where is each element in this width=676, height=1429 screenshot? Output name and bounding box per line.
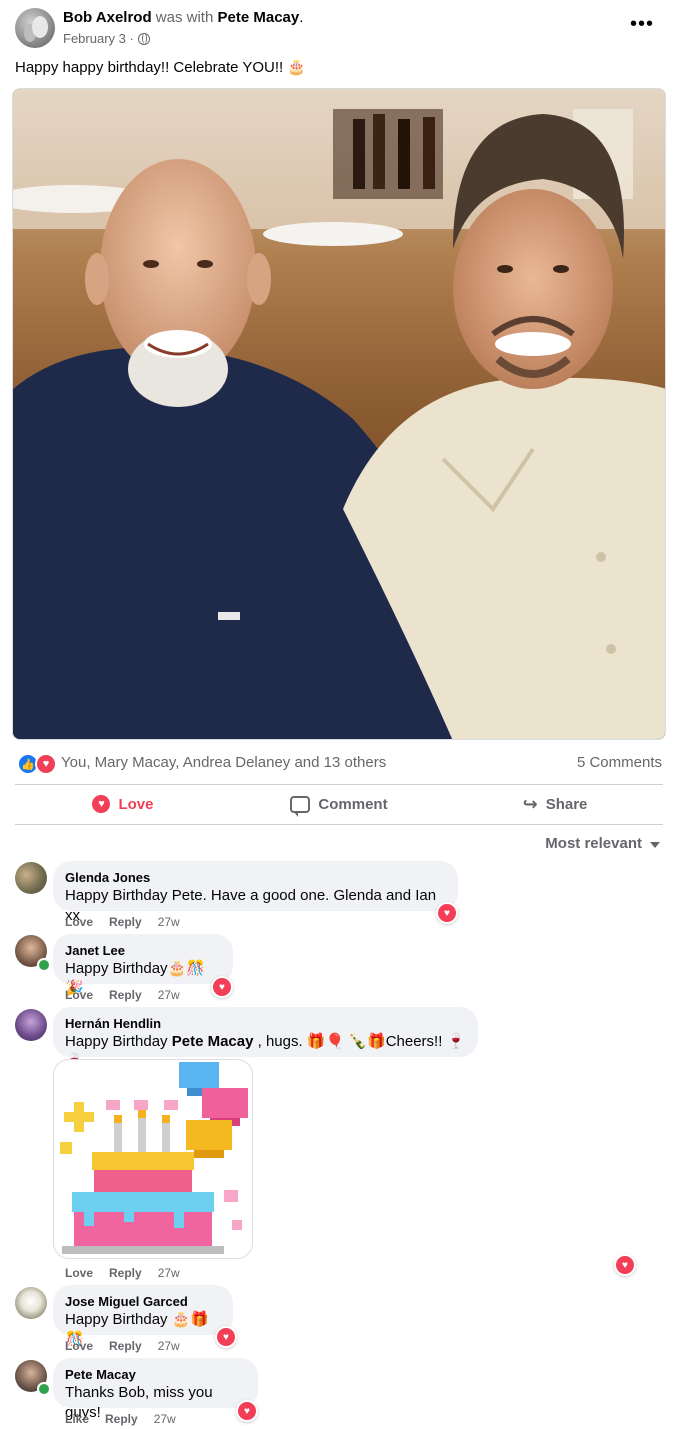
caret-down-icon [650, 842, 660, 848]
share-button[interactable]: ↪ Share [447, 785, 663, 823]
comment-reply-link[interactable]: Reply [105, 1412, 138, 1426]
commenter-avatar[interactable] [15, 1009, 47, 1041]
post-photo[interactable] [12, 88, 666, 740]
comment-bubble: Janet Lee Happy Birthday🎂🎊🎉 [53, 934, 233, 997]
globe-icon[interactable] [137, 32, 150, 45]
commenter-name[interactable]: Janet Lee [65, 942, 221, 959]
sort-dropdown[interactable]: Most relevant [545, 835, 660, 852]
post-author-name[interactable]: Bob Axelrod [63, 9, 152, 26]
comment-bubble: Hernán Hendlin Happy Birthday Pete Macay… [53, 1007, 478, 1070]
comment-time[interactable]: 27w [158, 988, 180, 1002]
comment-time[interactable]: 27w [158, 1266, 180, 1280]
comment-button[interactable]: Comment [231, 785, 447, 823]
comment-count[interactable]: 5 Comments [577, 754, 662, 771]
love-reaction-icon: ♥ [35, 753, 57, 775]
comment-reply-link[interactable]: Reply [109, 1339, 142, 1353]
comment-actions: Love Reply 27w [65, 1339, 180, 1353]
comment-reply-link[interactable]: Reply [109, 915, 142, 929]
sticker-love-reaction-icon[interactable]: ♥ [614, 1254, 636, 1276]
post-date[interactable]: February 3 · [63, 31, 134, 46]
comment-actions: Like Reply 27w [65, 1412, 176, 1426]
divider-bottom [15, 824, 663, 825]
online-status-indicator [37, 1382, 51, 1396]
comment-text-start: Happy Birthday [65, 1033, 172, 1050]
post-meta: February 3 · [63, 31, 150, 46]
commenter-name[interactable]: Pete Macay [65, 1366, 246, 1383]
comment-love-link[interactable]: Love [65, 915, 93, 929]
reaction-icons[interactable]: 👍 ♥ [17, 753, 57, 775]
comment-bubble: Pete Macay Thanks Bob, miss you guys! [53, 1358, 258, 1421]
commenter-avatar[interactable] [15, 1287, 47, 1319]
commenter-name[interactable]: Hernán Hendlin [65, 1015, 466, 1032]
comment-actions: Love Reply 27w [65, 988, 180, 1002]
comment-button-label: Comment [318, 795, 388, 813]
more-options-icon[interactable]: ••• [630, 14, 654, 34]
comment-love-reaction-icon[interactable]: ♥ [211, 976, 233, 998]
comment-love-reaction-icon[interactable]: ♥ [236, 1400, 258, 1422]
commenter-avatar[interactable] [15, 862, 47, 894]
birthday-cake-sticker[interactable] [53, 1059, 253, 1259]
post-author-avatar[interactable] [15, 8, 55, 48]
comment-reply-link[interactable]: Reply [109, 1266, 142, 1280]
tagged-person-name[interactable]: Pete Macay [218, 9, 300, 26]
post-actions: ♥ Love Comment ↪ Share [15, 785, 663, 823]
comment-time[interactable]: 27w [154, 1412, 176, 1426]
comment-time[interactable]: 27w [158, 915, 180, 929]
share-button-label: Share [545, 795, 588, 813]
love-button-label: Love [118, 795, 154, 813]
post-header: Bob Axelrod was with Pete Macay. [63, 9, 303, 26]
with-text: was with [155, 9, 214, 26]
header-period: . [299, 9, 304, 26]
commenter-name[interactable]: Glenda Jones [65, 869, 446, 886]
comment-actions: Love Reply 27w [65, 1266, 180, 1280]
post-caption: Happy happy birthday!! Celebrate YOU!! 🎂 [15, 59, 307, 76]
commenter-name[interactable]: Jose Miguel Garced [65, 1293, 221, 1310]
comment-reply-link[interactable]: Reply [109, 988, 142, 1002]
heart-icon: ♥ [92, 795, 111, 813]
comment-actions: Love Reply 27w [65, 915, 180, 929]
comment-time[interactable]: 27w [158, 1339, 180, 1353]
comment-bubble: Jose Miguel Garced Happy Birthday 🎂🎁🎊 [53, 1285, 233, 1348]
comment-love-link[interactable]: Love [65, 988, 93, 1002]
reaction-summary[interactable]: You, Mary Macay, Andrea Delaney and 13 o… [61, 754, 386, 771]
comment-love-reaction-icon[interactable]: ♥ [436, 902, 458, 924]
comment-love-reaction-icon[interactable]: ♥ [215, 1326, 237, 1348]
comment-icon [290, 795, 311, 817]
online-status-indicator [37, 958, 51, 972]
comment-bubble: Glenda Jones Happy Birthday Pete. Have a… [53, 861, 458, 924]
love-button[interactable]: ♥ Love [15, 785, 231, 823]
share-icon: ↪ [522, 793, 538, 814]
comment-like-link[interactable]: Like [65, 1412, 89, 1426]
sort-label: Most relevant [545, 835, 642, 852]
comment-love-link[interactable]: Love [65, 1266, 93, 1280]
comment-love-link[interactable]: Love [65, 1339, 93, 1353]
mention-link[interactable]: Pete Macay [172, 1033, 254, 1050]
